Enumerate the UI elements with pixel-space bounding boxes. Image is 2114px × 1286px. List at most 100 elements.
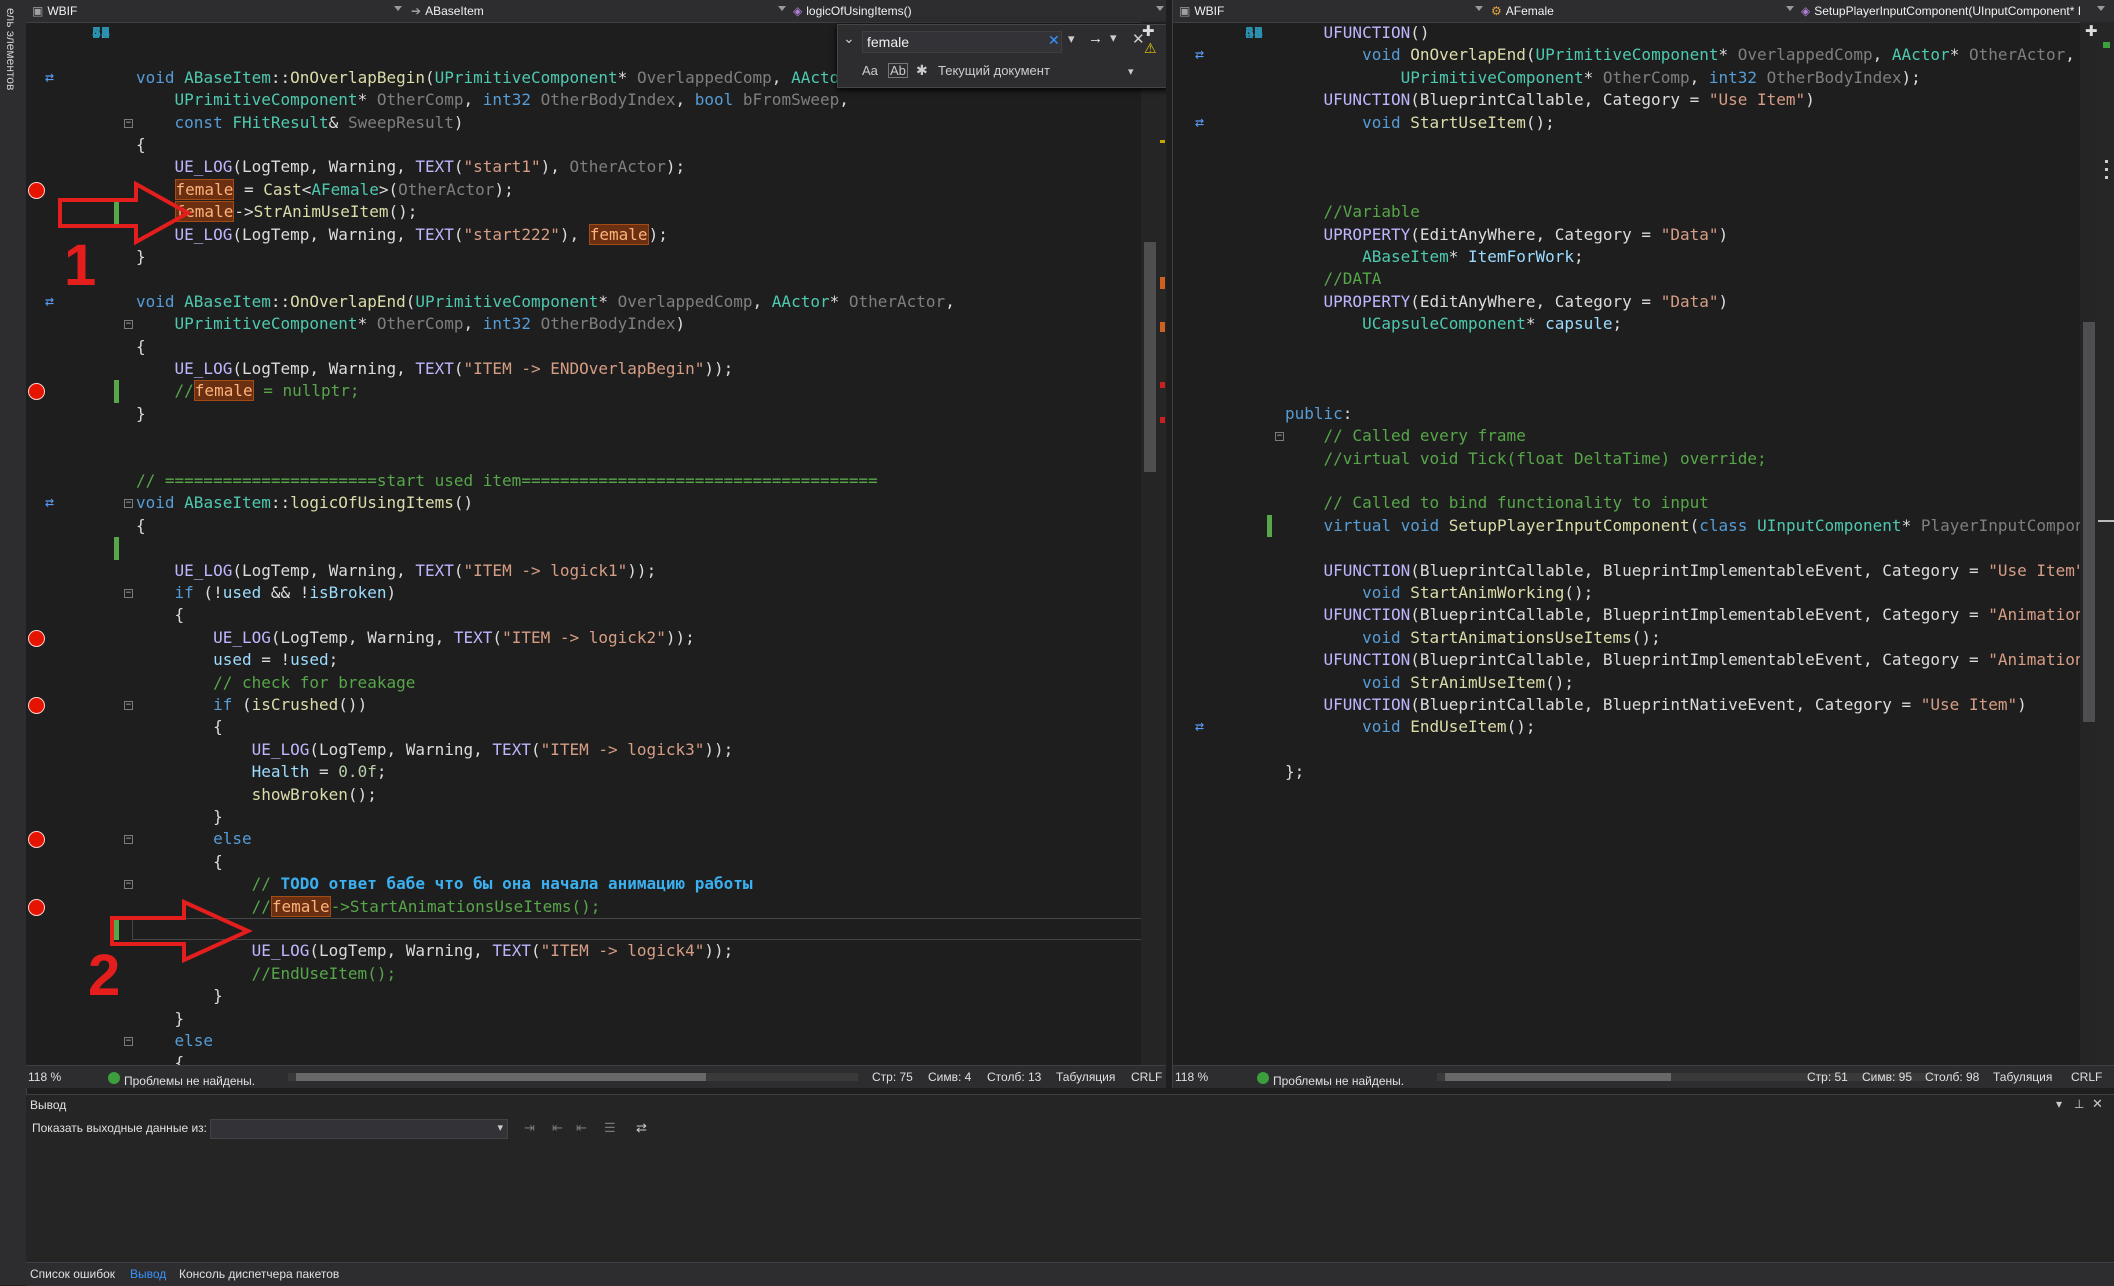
- left-project-dropdown[interactable]: ▣ WBIF: [32, 0, 77, 22]
- code-text[interactable]: if (isCrushed()): [136, 694, 367, 716]
- split-pin-icon[interactable]: ✚: [1142, 22, 1155, 40]
- code-line[interactable]: UPrimitiveComponent* OtherComp, int32 Ot…: [26, 313, 1166, 335]
- code-line[interactable]: //female = nullptr;: [26, 380, 1166, 402]
- right-project-dropdown[interactable]: ▣ WBIF: [1179, 0, 1224, 22]
- code-text[interactable]: }: [136, 985, 223, 1007]
- code-text[interactable]: // check for breakage: [136, 672, 415, 694]
- code-line[interactable]: UE_LOG(LogTemp, Warning, TEXT("ITEM -> l…: [26, 627, 1166, 649]
- code-text[interactable]: UE_LOG(LogTemp, Warning, TEXT("start1"),…: [136, 156, 686, 178]
- code-line[interactable]: void ABaseItem::logicOfUsingItems(): [26, 492, 1166, 514]
- code-line[interactable]: void StartUseItem();: [1173, 112, 2114, 134]
- code-line[interactable]: }: [26, 403, 1166, 425]
- code-text[interactable]: UFUNCTION(): [1285, 22, 1430, 44]
- code-text[interactable]: UPrimitiveComponent* OtherComp, int32 Ot…: [136, 313, 686, 335]
- code-text[interactable]: //EndUseItem();: [136, 963, 397, 985]
- chevron-down-icon[interactable]: ▾: [1068, 31, 1075, 47]
- code-line[interactable]: }: [26, 985, 1166, 1007]
- code-text[interactable]: UE_LOG(LogTemp, Warning, TEXT("ITEM -> E…: [136, 358, 734, 380]
- go-to-definition-icon[interactable]: ⇄: [1195, 717, 1204, 735]
- code-line[interactable]: UPROPERTY(EditAnyWhere, Category = "Data…: [1173, 224, 2114, 246]
- code-text[interactable]: virtual void SetupPlayerInputComponent(c…: [1285, 515, 2114, 537]
- code-text[interactable]: void ABaseItem::OnOverlapBegin(UPrimitiv…: [136, 67, 839, 89]
- fold-toggle-icon[interactable]: −: [1275, 432, 1284, 442]
- code-line[interactable]: female->StrAnimUseItem();: [26, 201, 1166, 223]
- zoom-level[interactable]: 118 %: [1175, 1070, 1208, 1084]
- code-text[interactable]: void OnOverlapEnd(UPrimitiveComponent* O…: [1285, 44, 2075, 66]
- code-text[interactable]: UE_LOG(LogTemp, Warning, TEXT("ITEM -> l…: [136, 627, 695, 649]
- code-line[interactable]: [1173, 784, 2114, 806]
- go-to-definition-icon[interactable]: ⇄: [1195, 113, 1204, 131]
- code-line[interactable]: if (isCrushed()): [26, 694, 1166, 716]
- fold-toggle-icon[interactable]: −: [124, 1037, 133, 1046]
- right-code-area[interactable]: 29 UFUNCTION() 30 void OnOverlapEnd(UPrim…: [1173, 22, 2114, 1076]
- fold-toggle-icon[interactable]: −: [124, 499, 133, 509]
- breakpoint-icon[interactable]: [28, 181, 45, 199]
- code-line[interactable]: // Called every frame: [1173, 425, 2114, 447]
- code-line[interactable]: }: [26, 806, 1166, 828]
- code-line[interactable]: UE_LOG(LogTemp, Warning, TEXT("ITEM -> l…: [26, 560, 1166, 582]
- code-text[interactable]: used = !used;: [136, 649, 338, 671]
- fold-toggle-icon[interactable]: −: [124, 701, 133, 710]
- code-text[interactable]: //DATA: [1285, 268, 1382, 290]
- code-text[interactable]: UFUNCTION(BlueprintCallable, BlueprintIm…: [1285, 649, 2114, 671]
- breakpoint-icon[interactable]: [28, 629, 45, 647]
- match-case-toggle[interactable]: Aa: [862, 63, 878, 78]
- code-text[interactable]: // ======================start used item…: [136, 470, 878, 492]
- go-to-definition-icon[interactable]: ⇄: [45, 493, 54, 511]
- code-line[interactable]: const FHitResult& SweepResult): [26, 112, 1166, 134]
- code-line[interactable]: //virtual void Tick(float DeltaTime) ove…: [1173, 448, 2114, 470]
- right-vertical-scrollbar[interactable]: [2080, 22, 2098, 1076]
- chevron-down-icon[interactable]: ⌄: [843, 30, 855, 47]
- go-to-definition-icon[interactable]: ⇄: [45, 292, 54, 310]
- side-toolbox-strip[interactable]: ель элементов: [0, 0, 27, 1285]
- code-line[interactable]: else: [26, 828, 1166, 850]
- code-text[interactable]: //female = nullptr;: [136, 380, 360, 402]
- code-line[interactable]: [1173, 179, 2114, 201]
- zoom-level[interactable]: 118 %: [28, 1070, 61, 1084]
- code-text[interactable]: const FHitResult& SweepResult): [136, 112, 464, 134]
- code-line[interactable]: UFUNCTION(BlueprintCallable, BlueprintIm…: [1173, 649, 2114, 671]
- code-text[interactable]: else: [136, 1030, 214, 1052]
- code-text[interactable]: // Called every frame: [1285, 425, 1526, 447]
- code-line[interactable]: {: [26, 134, 1166, 156]
- scrollbar-thumb[interactable]: [2083, 322, 2095, 722]
- code-text[interactable]: void StartAnimationsUseItems();: [1285, 627, 1661, 649]
- chevron-down-icon[interactable]: [2097, 6, 2105, 11]
- code-text[interactable]: }: [136, 403, 146, 425]
- code-text[interactable]: UFUNCTION(BlueprintCallable, Category = …: [1285, 89, 1815, 111]
- right-class-dropdown[interactable]: ⚙ AFemale: [1491, 0, 1554, 22]
- scrollbar-thumb[interactable]: [1445, 1073, 1671, 1081]
- code-line[interactable]: [132, 918, 1166, 941]
- fold-toggle-icon[interactable]: −: [124, 835, 133, 845]
- code-line[interactable]: UPROPERTY(EditAnyWhere, Category = "Data…: [1173, 291, 2114, 313]
- line-ending[interactable]: CRLF: [1131, 1070, 1162, 1084]
- code-text[interactable]: UPrimitiveComponent* OtherComp, int32 Ot…: [136, 89, 849, 111]
- chevron-down-icon[interactable]: ▾: [1110, 30, 1117, 46]
- code-text[interactable]: void StartAnimWorking();: [1285, 582, 1593, 604]
- code-line[interactable]: Health = 0.0f;: [26, 761, 1166, 783]
- code-line[interactable]: //Variable: [1173, 201, 2114, 223]
- code-line[interactable]: [1173, 156, 2114, 178]
- find-input[interactable]: [862, 31, 1062, 53]
- code-text[interactable]: }: [136, 1008, 185, 1030]
- pin-icon[interactable]: ⊥: [2074, 1097, 2084, 1111]
- previous-message-icon[interactable]: ⇤: [552, 1120, 563, 1136]
- fold-toggle-icon[interactable]: −: [124, 589, 133, 598]
- code-line[interactable]: if (!used && !isBroken): [26, 582, 1166, 604]
- code-line[interactable]: // TODO ответ бабе что бы она начала ани…: [26, 873, 1166, 895]
- code-line[interactable]: UE_LOG(LogTemp, Warning, TEXT("ITEM -> l…: [26, 739, 1166, 761]
- code-text[interactable]: {: [136, 604, 185, 626]
- go-to-definition-icon[interactable]: ⇄: [45, 68, 54, 86]
- code-line[interactable]: used = !used;: [26, 649, 1166, 671]
- scrollbar-thumb[interactable]: [296, 1073, 706, 1081]
- code-line[interactable]: UPrimitiveComponent* OtherComp, int32 Ot…: [1173, 67, 2114, 89]
- side-tab-label[interactable]: ель элементов: [4, 8, 18, 90]
- find-message-icon[interactable]: ⇥: [524, 1120, 535, 1136]
- code-text[interactable]: {: [136, 134, 146, 156]
- clear-all-icon[interactable]: ☰: [604, 1120, 616, 1136]
- code-text[interactable]: void StrAnimUseItem();: [1285, 672, 1574, 694]
- code-text[interactable]: {: [136, 716, 223, 738]
- right-member-dropdown[interactable]: ◈ SetupPlayerInputComponent(UInputCompone…: [1801, 0, 2081, 22]
- code-line[interactable]: public:: [1173, 403, 2114, 425]
- code-line[interactable]: UFUNCTION(BlueprintCallable, Category = …: [1173, 89, 2114, 111]
